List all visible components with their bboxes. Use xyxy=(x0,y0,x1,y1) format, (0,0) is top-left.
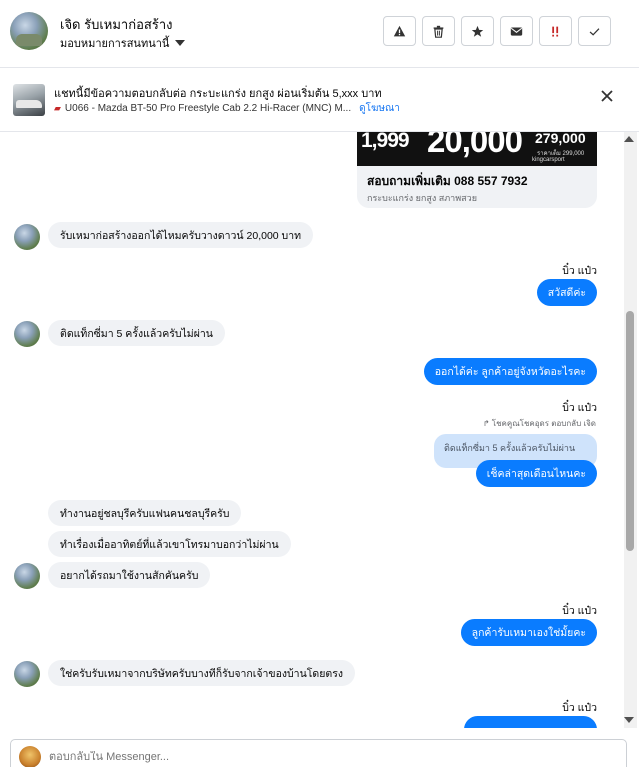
reply-indicator-text: โชคคูณโชคอุดร ตอบกลับ เจิด xyxy=(491,419,596,428)
star-icon xyxy=(471,25,484,37)
incoming-message[interactable]: อยากได้รถมาใช้งานสักคันครับ xyxy=(48,562,211,588)
ad-price-monthly: 1,999 xyxy=(361,132,410,152)
avatar[interactable] xyxy=(14,321,40,347)
ad-product-name: U066 - Mazda BT-50 Pro Freestyle Cab 2.2… xyxy=(64,103,352,114)
close-icon xyxy=(601,90,613,102)
assign-label: มอบหมายการสนทนานี้ xyxy=(60,38,170,50)
ad-banner-title: แชทนี้มีข้อความตอบกลับต่อ กระบะแกร่ง ยกส… xyxy=(54,88,382,100)
mark-spam-button[interactable] xyxy=(383,16,416,46)
outgoing-message[interactable]: เช็คล่าสุดเดือนไหนคะ xyxy=(475,460,597,487)
chevron-down-icon xyxy=(175,40,186,46)
urgent-icon xyxy=(552,26,559,37)
scrollbar-thumb[interactable] xyxy=(626,311,634,551)
ad-card-message[interactable]: 1,999 20,000 279,000 ราคาเต็ม 299,000 ki… xyxy=(357,132,597,208)
ad-price-total: 279,000 xyxy=(535,132,586,146)
scroll-up-icon[interactable] xyxy=(624,136,634,142)
ad-card-note: กระบะแกร่ง ยกสูง สภาพสวย xyxy=(367,193,477,203)
contact-name[interactable]: เจิด รับเหมาก่อสร้าง xyxy=(60,14,172,35)
warning-icon xyxy=(393,25,406,36)
sender-name: บิ๋ว แป๋ว xyxy=(562,402,597,414)
avatar[interactable] xyxy=(14,661,40,687)
outgoing-message[interactable] xyxy=(464,716,597,728)
mail-icon xyxy=(510,26,523,36)
messenger-conversation: เจิด รับเหมาก่อสร้าง มอบหมายการสนทนานี้ xyxy=(0,0,639,767)
sender-name: บิ๋ว แป๋ว xyxy=(562,265,597,277)
message-list[interactable]: 1,999 20,000 279,000 ราคาเต็ม 299,000 ki… xyxy=(0,132,624,728)
incoming-message[interactable]: รับเหมาก่อสร้างออกได้ไหมครับวางดาวน์ 20,… xyxy=(48,222,314,248)
ad-price-down: 20,000 xyxy=(427,132,523,159)
sender-name: บิ๋ว แป๋ว xyxy=(562,605,597,617)
check-icon xyxy=(589,27,600,36)
delete-button[interactable] xyxy=(422,16,455,46)
page-avatar xyxy=(19,746,41,767)
scroll-down-icon[interactable] xyxy=(624,717,634,723)
outgoing-message[interactable]: สวัสดีค่ะ xyxy=(536,279,597,306)
ad-context-banner: แชทนี้มีข้อความตอบกลับต่อ กระบะแกร่ง ยกส… xyxy=(0,68,639,132)
car-icon: ▰ xyxy=(54,103,61,113)
assign-conversation-dropdown[interactable]: มอบหมายการสนทนานี้ xyxy=(60,34,186,52)
outgoing-message[interactable]: ลูกค้ารับเหมาเองใช่มั้ยคะ xyxy=(460,619,597,646)
mark-done-button[interactable] xyxy=(578,16,611,46)
incoming-message[interactable]: ทำเรื่องเมื่ออาทิตย์ที่แล้วเขาโทรมาบอกว่… xyxy=(48,531,291,557)
trash-icon xyxy=(433,25,444,38)
ad-banner-subtitle: ▰ U066 - Mazda BT-50 Pro Freestyle Cab 2… xyxy=(54,101,400,116)
reply-input[interactable] xyxy=(49,751,549,763)
sender-name: บิ๋ว แป๋ว xyxy=(562,702,597,714)
incoming-message[interactable]: ติดแท็กซี่มา 5 ครั้งแล้วครับไม่ผ่าน xyxy=(48,320,225,346)
incoming-message[interactable]: ทำงานอยู่ชลบุรีครับแฟนคนชลบุรีครับ xyxy=(48,500,242,526)
avatar[interactable] xyxy=(10,12,48,50)
follow-up-button[interactable] xyxy=(539,16,572,46)
avatar[interactable] xyxy=(14,224,40,250)
ad-thumbnail xyxy=(13,84,45,116)
reply-indicator: ↱ โชคคูณโชคอุดร ตอบกลับ เจิด xyxy=(483,417,596,430)
reply-composer xyxy=(10,739,627,767)
outgoing-message[interactable]: ออกได้ค่ะ ลูกค้าอยู่จังหวัดอะไรคะ xyxy=(423,358,597,385)
ad-card-image: 1,999 20,000 279,000 ราคาเต็ม 299,000 ki… xyxy=(357,132,597,166)
ad-card-phone: สอบถามเพิ่มเติม 088 557 7932 xyxy=(367,174,528,188)
toolbar xyxy=(383,16,611,46)
conversation-header: เจิด รับเหมาก่อสร้าง มอบหมายการสนทนานี้ xyxy=(0,0,639,68)
star-button[interactable] xyxy=(461,16,494,46)
view-ad-link[interactable]: ดูโฆษณา xyxy=(359,101,400,116)
mark-unread-button[interactable] xyxy=(500,16,533,46)
close-banner-button[interactable] xyxy=(599,88,615,104)
incoming-message[interactable]: ใช่ครับรับเหมาจากบริษัทครับบางทีก็รับจาก… xyxy=(48,660,355,686)
ad-logo-text: kingcarsport xyxy=(532,157,565,163)
avatar[interactable] xyxy=(14,563,40,589)
reply-arrow-icon: ↱ xyxy=(482,419,490,428)
